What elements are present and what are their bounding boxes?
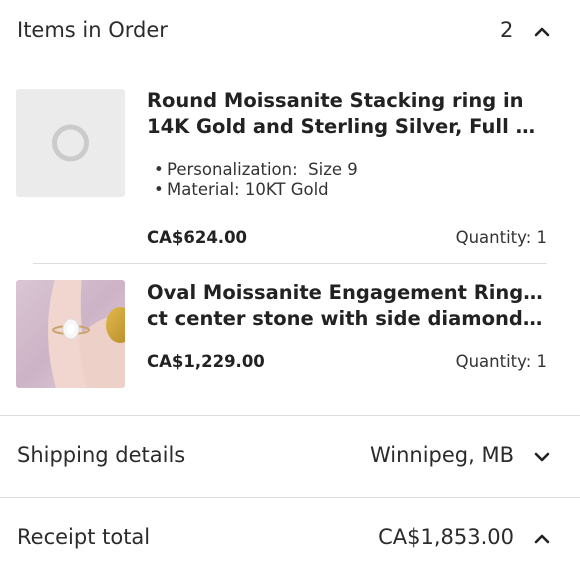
- image-placeholder-icon: [16, 89, 125, 197]
- item-quantity: Quantity: 1: [455, 228, 547, 247]
- items-count: 2: [500, 18, 514, 42]
- item-property: • Material: 10KT Gold: [154, 180, 329, 199]
- chevron-up-icon[interactable]: [532, 22, 552, 42]
- item-title-line-2: 14K Gold and Sterling Silver, Full Et...: [147, 115, 547, 138]
- receipt-label: Receipt total: [17, 525, 151, 549]
- items-section-title: Items in Order: [17, 18, 168, 42]
- item-price: CA$1,229.00: [147, 352, 265, 371]
- item-title-line-2: ct center stone with side diamonds...: [147, 307, 547, 330]
- item-property: • Personalization: Size 9: [154, 160, 358, 179]
- section-divider: [0, 415, 580, 416]
- receipt-value: CA$1,853.00: [378, 525, 514, 549]
- item-divider: [33, 263, 547, 264]
- item-quantity: Quantity: 1: [455, 352, 547, 371]
- item-price: CA$624.00: [147, 228, 248, 247]
- ring-photo: [16, 280, 125, 388]
- shipping-label: Shipping details: [17, 443, 186, 467]
- item-title[interactable]: Round Moissanite Stacking ring in 14K Go…: [147, 88, 547, 140]
- shipping-value: Winnipeg, MB: [369, 443, 514, 467]
- chevron-down-icon[interactable]: [532, 447, 552, 467]
- section-divider: [0, 497, 580, 498]
- item-title[interactable]: Oval Moissanite Engagement Ring 1.5 ct c…: [147, 280, 547, 332]
- item-title-line-1: Round Moissanite Stacking ring in: [147, 89, 524, 112]
- chevron-up-icon[interactable]: [532, 529, 552, 549]
- item-title-line-1: Oval Moissanite Engagement Ring 1.5: [147, 281, 547, 304]
